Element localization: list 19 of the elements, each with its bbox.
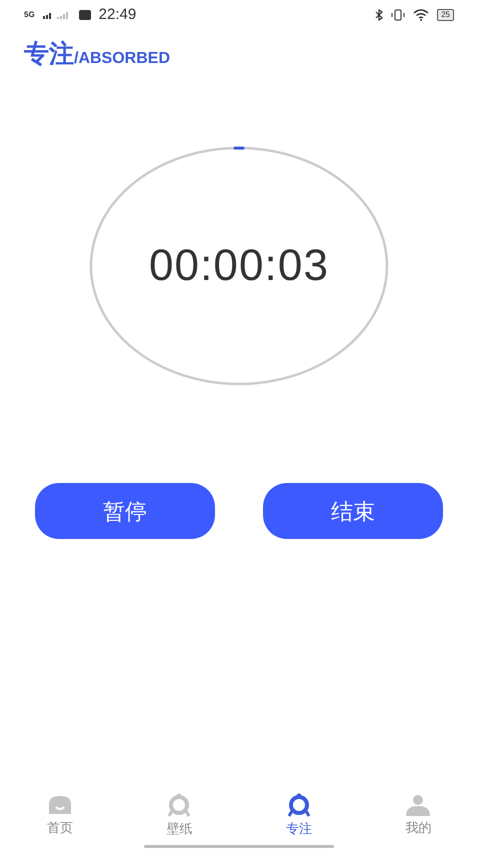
- nav-tab[interactable]: 我的: [358, 790, 478, 842]
- network-label: 5G: [24, 11, 35, 19]
- nav-tab[interactable]: 壁纸: [120, 790, 239, 842]
- nav-tab[interactable]: 专注: [239, 790, 358, 842]
- page-title: 专注: [24, 42, 74, 67]
- battery-indicator: 25: [437, 9, 454, 21]
- webcam-icon: [286, 793, 312, 818]
- pause-button[interactable]: 暂停: [35, 483, 215, 539]
- page-subtitle: /ABSORBED: [74, 51, 170, 67]
- hd-icon: [78, 10, 91, 20]
- nav-tab[interactable]: 首页: [0, 790, 120, 842]
- signal-icon: [42, 11, 71, 19]
- timer-display: 00:00:03: [148, 240, 330, 292]
- end-button[interactable]: 结束: [263, 483, 443, 539]
- webcam-icon: [166, 793, 192, 818]
- wifi-icon: [413, 9, 430, 21]
- clock-time: 22:49: [98, 4, 136, 25]
- vibrate-icon: [391, 9, 406, 21]
- bluetooth-icon: [375, 9, 384, 21]
